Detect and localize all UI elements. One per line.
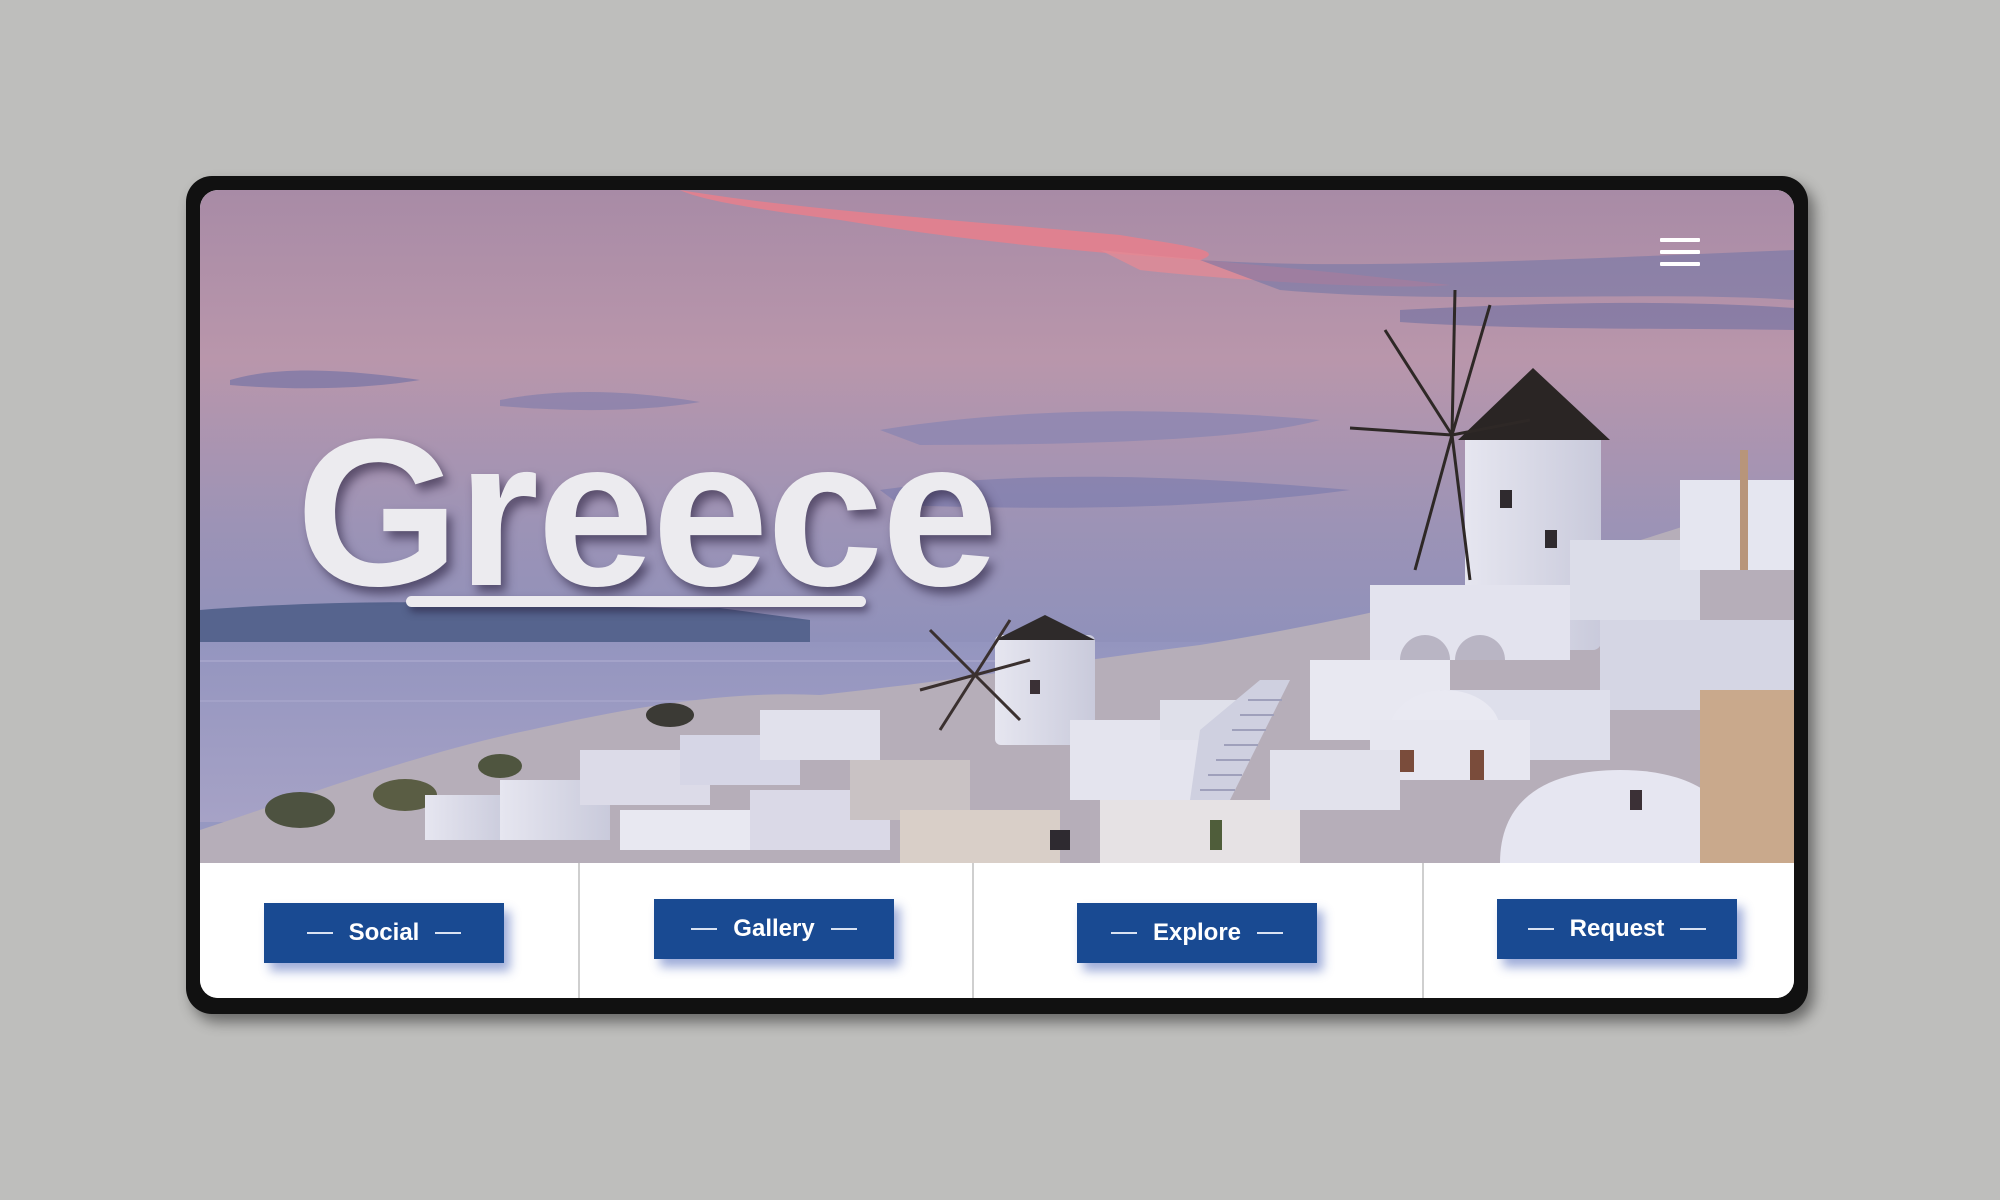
title-underline — [406, 596, 866, 607]
explore-button-label: Explore — [1152, 919, 1242, 946]
social-button-label: Social — [348, 919, 420, 946]
nav-divider — [1422, 863, 1424, 998]
hero-section: Greece — [200, 190, 1794, 863]
dash-decoration — [1257, 932, 1284, 934]
dash-decoration — [830, 928, 857, 930]
dash-decoration — [1110, 932, 1137, 934]
dash-decoration — [1680, 928, 1707, 930]
nav-divider — [972, 863, 974, 998]
request-button-label: Request — [1569, 915, 1665, 942]
device-frame: Greece Social Gallery Explore Request — [186, 176, 1808, 1014]
dash-decoration — [435, 932, 462, 934]
nav-divider — [578, 863, 580, 998]
dash-decoration — [306, 932, 333, 934]
explore-button[interactable]: Explore — [1077, 903, 1317, 963]
request-button[interactable]: Request — [1497, 899, 1737, 959]
dash-decoration — [691, 928, 718, 930]
hamburger-menu-icon[interactable] — [1658, 234, 1702, 270]
screen: Greece Social Gallery Explore Request — [200, 190, 1794, 998]
dash-decoration — [1527, 928, 1554, 930]
gallery-button[interactable]: Gallery — [654, 899, 894, 959]
gallery-button-label: Gallery — [733, 915, 815, 942]
bottom-nav: Social Gallery Explore Request — [200, 863, 1794, 998]
social-button[interactable]: Social — [264, 903, 504, 963]
page-title: Greece — [296, 395, 998, 630]
